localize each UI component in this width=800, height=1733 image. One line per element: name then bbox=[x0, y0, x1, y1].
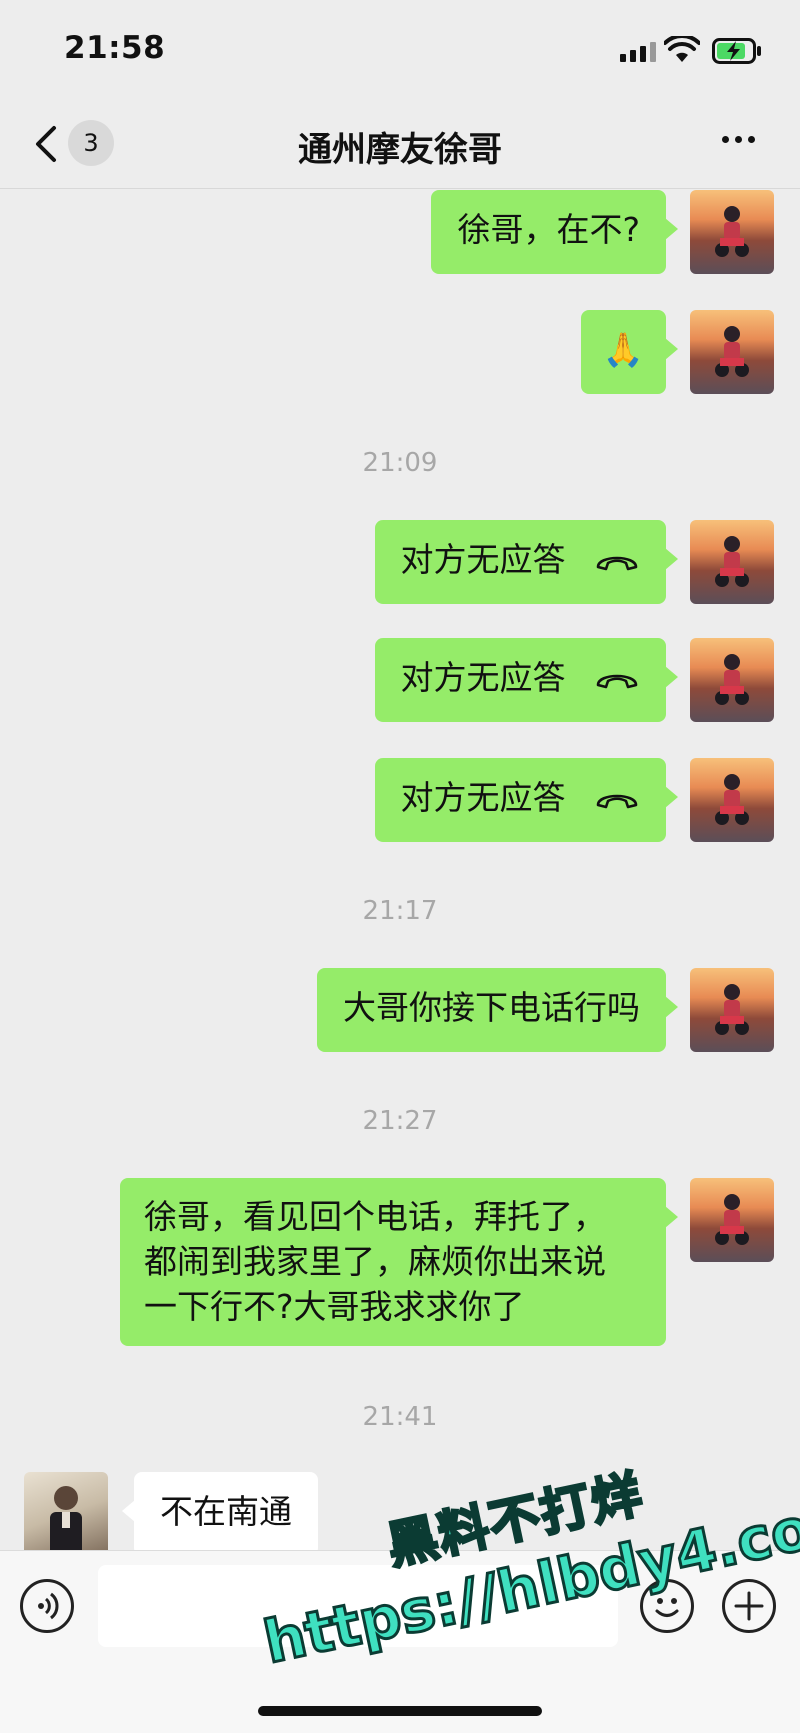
missed-call-message[interactable]: 对方无应答 bbox=[374, 758, 678, 842]
missed-call-message[interactable]: 对方无应答 bbox=[374, 638, 678, 722]
call-status-text: 对方无应答 bbox=[400, 658, 566, 697]
voice-icon[interactable] bbox=[20, 1579, 74, 1633]
my-avatar[interactable] bbox=[690, 310, 774, 394]
phone-hangup-icon bbox=[596, 794, 638, 808]
status-bar: 21:58 bbox=[0, 0, 800, 100]
missed-call-message[interactable]: 对方无应答 bbox=[374, 520, 678, 604]
call-status-text: 对方无应答 bbox=[400, 778, 566, 817]
timestamp: 21:17 bbox=[362, 896, 438, 926]
home-indicator bbox=[258, 1706, 542, 1716]
message-line: 一下行不?大哥我求求你了 bbox=[144, 1287, 525, 1326]
sent-emoji-message[interactable]: 🙏 bbox=[580, 310, 679, 394]
my-avatar[interactable] bbox=[690, 758, 774, 842]
sent-long-message[interactable]: 徐哥，看见回个电话，拜托了， 都闹到我家里了，麻烦你出来说 一下行不?大哥我求求… bbox=[120, 1178, 678, 1346]
timestamp: 21:41 bbox=[362, 1402, 438, 1432]
friend-avatar[interactable] bbox=[24, 1472, 108, 1556]
my-avatar[interactable] bbox=[690, 638, 774, 722]
chat-header: 3 通州摩友徐哥 bbox=[0, 100, 800, 189]
sent-message[interactable]: 大哥你接下电话行吗 bbox=[317, 968, 678, 1052]
my-avatar[interactable] bbox=[690, 1178, 774, 1262]
battery-charging-icon bbox=[712, 38, 761, 64]
plus-icon[interactable] bbox=[722, 1579, 776, 1633]
my-avatar[interactable] bbox=[690, 520, 774, 604]
phone-hangup-icon bbox=[596, 556, 638, 570]
my-avatar[interactable] bbox=[690, 968, 774, 1052]
wifi-icon bbox=[664, 36, 700, 62]
chat-title: 通州摩友徐哥 bbox=[298, 130, 502, 170]
my-avatar[interactable] bbox=[690, 190, 774, 274]
phone-hangup-icon bbox=[596, 674, 638, 688]
message-line: 徐哥，看见回个电话，拜托了， bbox=[144, 1197, 606, 1236]
more-dots-icon[interactable] bbox=[722, 136, 755, 143]
status-time: 21:58 bbox=[64, 30, 166, 66]
call-status-text: 对方无应答 bbox=[400, 540, 566, 579]
timestamp: 21:09 bbox=[362, 448, 438, 478]
timestamp: 21:27 bbox=[362, 1106, 438, 1136]
sent-message[interactable]: 徐哥，在不? bbox=[431, 190, 678, 274]
signal-icon bbox=[620, 42, 656, 62]
message-line: 都闹到我家里了，麻烦你出来说 bbox=[144, 1242, 606, 1281]
received-message[interactable]: 不在南通 bbox=[122, 1472, 318, 1556]
